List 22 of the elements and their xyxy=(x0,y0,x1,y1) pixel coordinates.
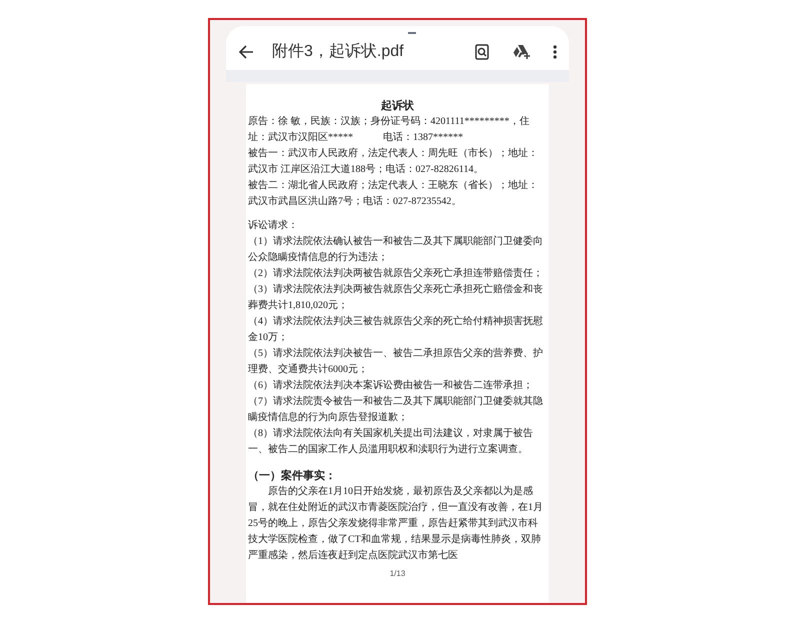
party-paragraph: 被告一：武汉市人民政府，法定代表人：周先旺（市长）；地址：武汉市 江岸区沿江大道188号；电话：027-82826114。 xyxy=(248,146,539,177)
claim-item: （4）请求法院依法判决三被告就原告父亲的死亡给付精神损害抚慰金10万； xyxy=(248,314,544,345)
claim-item: （7）请求法院责令被告一和被告二及其下属职能部门卫健委就其隐瞒疫情信息的行为向原告登报道歉； xyxy=(248,394,544,425)
drive-add-icon[interactable] xyxy=(513,44,531,60)
body-paragraph: 原告的父亲在1月10日开始发烧，最初原告及父亲都以为是感冒，就在住处附近的武汉市青菱医院治疗，但一直没有改善，在1月25号的晚上，原告父亲发烧得非常严重，原告赶紧带其到武汉市科技大学医院检查，做了CT和血常规，结果显示是病毒性肺炎，双肺严重感染，然后连夜赶到定点医院武汉市第七医 xyxy=(248,484,544,563)
more-options-icon[interactable] xyxy=(553,45,557,59)
claim-item: （1）请求法院依法确认被告一和被告二及其下属职能部门卫健委向公众隐瞒疫情信息的行为违法； xyxy=(248,234,544,265)
claim-item: （2）请求法院依法判决两被告就原告父亲死亡承担连带赔偿责任； xyxy=(248,266,544,281)
claim-item: （6）请求法院依法判决本案诉讼费由被告一和被告二连带承担； xyxy=(248,378,534,393)
file-title: 附件3，起诉状.pdf xyxy=(272,42,404,62)
claim-item: （5）请求法院依法判决被告一、被告二承担原告父亲的营养费、护理费、交通费共计6000元； xyxy=(248,346,544,377)
party-paragraph: 被告二：湖北省人民政府；法定代表人：王晓东（省长）；地址：武汉市武昌区洪山路7号；电话：027-87235542。 xyxy=(248,178,539,209)
claims-heading: 诉讼请求： xyxy=(248,218,299,233)
section-heading: （一）案件事实： xyxy=(248,468,337,484)
document-title: 起诉状 xyxy=(380,98,415,114)
claim-item: （3）请求法院依法判决两被告就原告父亲死亡承担死亡赔偿金和丧葬费共计1,810,020元； xyxy=(248,282,544,313)
back-arrow-icon[interactable] xyxy=(238,44,254,60)
search-document-icon[interactable] xyxy=(475,44,489,60)
drag-handle-icon xyxy=(408,32,416,34)
page-indicator: 1/13 xyxy=(388,568,406,580)
claim-item: （8）请求法院依法向有关国家机关提出司法建议，对隶属于被告一、被告二的国家工作人员滥用职权和渎职行为进行立案调查。 xyxy=(248,426,534,457)
party-paragraph: 原告：徐 敏，民族：汉族；身份证号码：4201111*********，住址：武汉市汉阳区***** 电话：1387****** xyxy=(248,114,530,145)
